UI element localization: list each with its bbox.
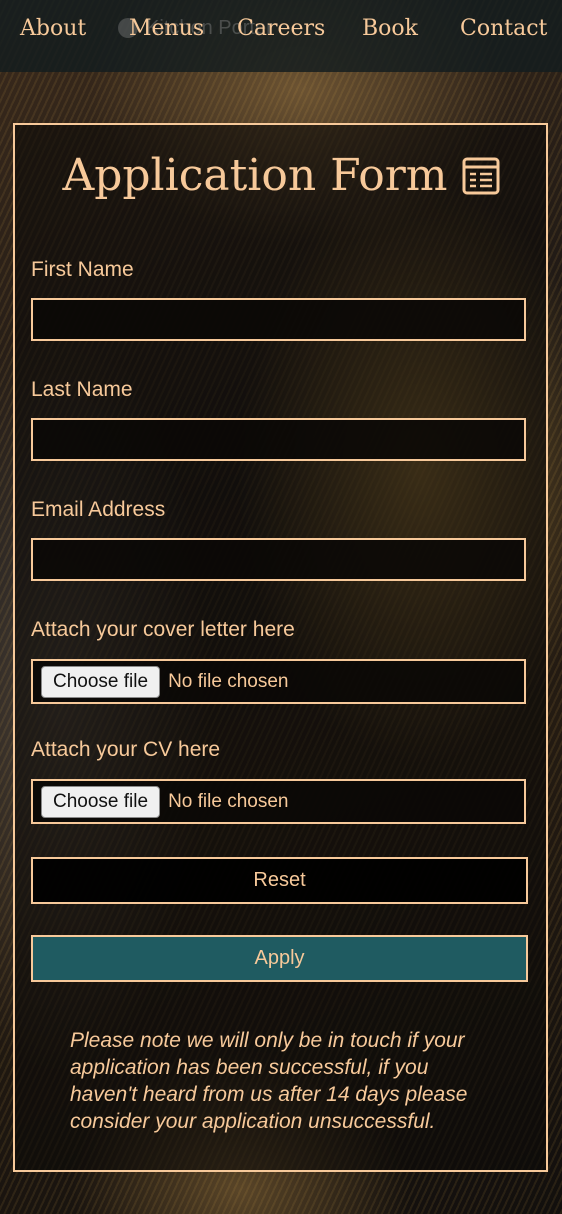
cover-letter-label: Attach your cover letter here [31,618,295,641]
first-name-label: First Name [31,258,134,281]
cv-file-input: Choose file No file chosen [31,779,526,824]
email-field[interactable] [31,538,526,581]
page-title: Application Form [0,150,562,201]
form-list-icon [462,157,500,194]
application-note: Please note we will only be in touch if … [70,1029,468,1133]
cv-label: Attach your CV here [31,738,221,761]
top-nav: Kitchen Porter About Menus Careers Book … [0,0,562,72]
nav-link-contact[interactable]: Contact [460,16,547,41]
cover-letter-file-input: Choose file No file chosen [31,659,526,704]
nav-link-careers[interactable]: Careers [237,16,325,41]
page-title-text: Application Form [62,150,448,201]
first-name-field[interactable] [31,298,526,341]
apply-button[interactable]: Apply [31,935,528,982]
cover-letter-file-status: No file chosen [168,670,289,692]
cover-letter-choose-file-button[interactable]: Choose file [41,665,161,698]
nav-link-about[interactable]: About [20,16,86,41]
cv-choose-file-button[interactable]: Choose file [41,785,161,818]
cv-file-status: No file chosen [168,790,289,812]
email-label: Email Address [31,498,166,521]
reset-button[interactable]: Reset [31,857,528,904]
last-name-label: Last Name [31,378,133,401]
last-name-field[interactable] [31,418,526,461]
nav-link-book[interactable]: Book [362,16,418,41]
nav-link-menus[interactable]: Menus [129,16,204,41]
